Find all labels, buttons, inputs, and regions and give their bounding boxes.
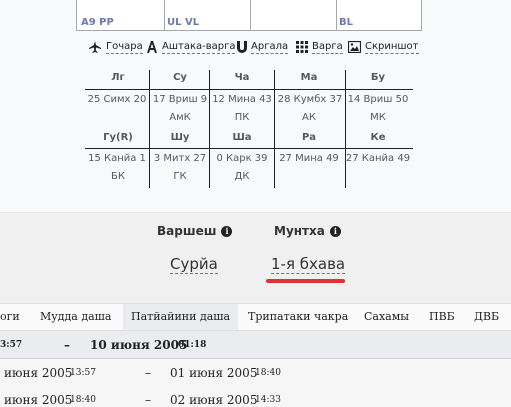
planet-header: Лг (111, 72, 125, 83)
info-icon[interactable]: i (329, 225, 341, 237)
muntha-value[interactable]: 1-я бхава (271, 255, 346, 274)
chart-cell (251, 0, 337, 31)
start-date: июня 2005 (4, 393, 73, 407)
planet-position: 17 Вриш 9 (152, 94, 208, 105)
header-divider (85, 89, 413, 90)
dash-separator: – (145, 393, 151, 407)
start-time: 3:57 (0, 340, 23, 350)
end-time: 01:18 (178, 340, 207, 350)
chart-cell-label: UL VL (167, 17, 200, 28)
planet-header: Гу(R) (103, 132, 133, 143)
magnet-icon (237, 41, 247, 53)
chart-grid-bottom-row: A9 PP UL VL BL (76, 0, 422, 31)
varga-button[interactable]: Варга (296, 38, 343, 56)
varga-label: Варга (312, 40, 343, 54)
planet-header: Ча (234, 72, 250, 83)
font-icon (147, 41, 157, 53)
varshesh-value[interactable]: Сурйа (170, 255, 218, 274)
planet-karaka: АмК (169, 112, 191, 123)
airplane-icon (89, 41, 101, 53)
planet-karaka: МК (370, 112, 386, 123)
tab-tripataki-chakra[interactable]: Трипатаки чакра (248, 304, 348, 330)
planet-header: Су (173, 72, 187, 83)
planet-karaka: ДК (234, 171, 250, 182)
end-date: 01 июня 2005 (170, 366, 258, 380)
planet-header: Шу (170, 132, 190, 143)
planet-position: 27 Канйа 49 (345, 153, 411, 164)
planet-position: 28 Кумбх 37 (277, 94, 343, 105)
argala-button[interactable]: Аргала (237, 38, 289, 56)
muntha-active-indicator (266, 279, 345, 283)
start-time: 13:57 (70, 368, 96, 378)
dasha-row[interactable]: июня 2005 18:40 – 02 июня 2005 14:33 (0, 386, 511, 407)
gochara-button[interactable]: Гочара (88, 38, 143, 56)
dasha-row[interactable]: июня 2005 13:57 – 01 июня 2005 18:40 (0, 359, 511, 387)
planet-position: 12 Мина 43 (212, 94, 272, 105)
tab-dvb[interactable]: ДВБ (474, 304, 499, 330)
start-time: 18:40 (70, 395, 96, 405)
screenshot-label: Скриншот (365, 40, 419, 54)
end-date: 02 июня 2005 (170, 393, 258, 407)
tab-patyayini-dasha[interactable]: Патйайини даша (123, 304, 239, 330)
dasha-tabs: оги Мудда даша Патйайини даша Трипатаки … (0, 303, 511, 331)
dash-separator: – (64, 338, 70, 352)
varshesh-label-text: Варшеш (157, 224, 217, 238)
end-time: 14:33 (255, 395, 281, 405)
planet-karaka: ПК (234, 112, 250, 123)
muntha-label: Мунтха i (274, 224, 341, 238)
end-date: 10 июня 2005 (90, 338, 188, 352)
dash-separator: – (145, 366, 151, 380)
start-date: июня 2005 (4, 366, 73, 380)
tab-mudda-dasha[interactable]: Мудда даша (40, 304, 111, 330)
dasha-row[interactable]: 3:57 – 10 июня 2005 01:18 (0, 331, 511, 359)
ashtaka-varga-label: Аштака-варга (162, 40, 236, 54)
planet-karaka: ГК (173, 171, 187, 182)
tab-pvb[interactable]: ПВБ (429, 304, 455, 330)
chart-cell: BL (337, 0, 423, 31)
planet-position: 14 Вриш 50 (347, 94, 409, 105)
planet-header: Бу (370, 72, 386, 83)
planet-karaka: БК (111, 171, 125, 182)
varshaphal-panel: Варшеш i Мунтха i Сурйа 1-я бхава оги Му… (0, 212, 511, 407)
header-divider (85, 148, 413, 149)
argala-label: Аргала (251, 40, 289, 54)
muntha-label-text: Мунтха (274, 224, 325, 238)
planet-header: Ке (370, 132, 386, 143)
tab-yogi[interactable]: оги (0, 304, 20, 330)
chart-cell-label: BL (339, 17, 353, 28)
planet-header: Ра (301, 132, 317, 143)
ashtaka-varga-button[interactable]: Аштака-варга (146, 38, 236, 56)
chart-cell-label: A9 PP (81, 17, 114, 28)
planet-position: 15 Канйа 1 (88, 153, 146, 164)
tab-sahamy[interactable]: Сахамы (364, 304, 409, 330)
screenshot-button[interactable]: Скриншот (348, 38, 419, 56)
planet-karaka: АК (302, 112, 316, 123)
planet-header: Ша (232, 132, 252, 143)
planet-position: 25 Симх 20 (87, 94, 147, 105)
planet-header: Ма (300, 72, 318, 83)
grid-icon (296, 41, 308, 53)
gochara-label: Гочара (106, 40, 143, 54)
image-icon (348, 41, 361, 53)
planet-position: 27 Мина 49 (279, 153, 339, 164)
varshesh-label: Варшеш i (157, 224, 233, 238)
column-divider (345, 70, 346, 188)
end-time: 18:40 (255, 368, 281, 378)
chart-cell: A9 PP (77, 0, 165, 31)
info-icon[interactable]: i (221, 225, 233, 237)
planet-position: 3 Митх 27 (153, 153, 207, 164)
chart-cell: UL VL (165, 0, 251, 31)
planet-position: 0 Карк 39 (216, 153, 268, 164)
